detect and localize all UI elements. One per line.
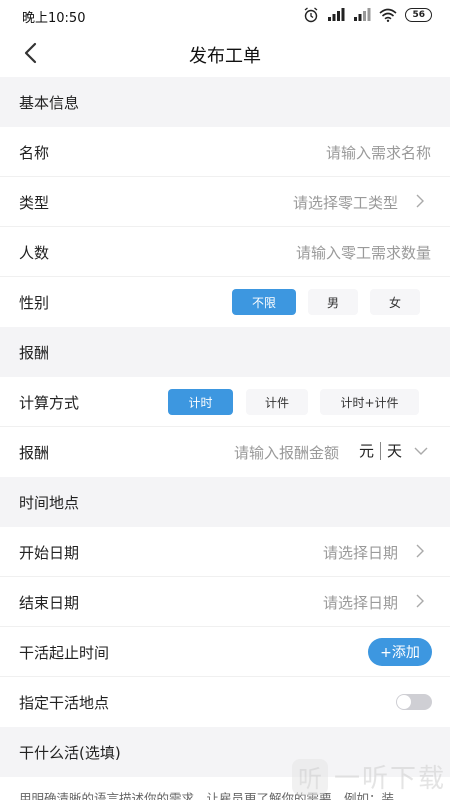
- calc-option-time[interactable]: 计时: [168, 389, 233, 415]
- watermark: 听 一听下载: [291, 758, 446, 795]
- status-icons: 56: [303, 6, 432, 24]
- pay-currency-unit: 元: [358, 442, 374, 460]
- name-label: 名称: [19, 144, 50, 162]
- status-bar: 晚上10:50 56: [0, 0, 450, 30]
- page-title: 发布工单: [189, 46, 261, 67]
- pay-row[interactable]: 报酬 请输入报酬金额 元 天: [0, 427, 450, 477]
- start-date-select[interactable]: 请选择日期: [323, 542, 398, 563]
- type-select[interactable]: 请选择零工类型: [293, 192, 398, 213]
- unit-divider: [379, 441, 381, 460]
- count-row[interactable]: 人数 请输入零工需求数量: [0, 227, 450, 277]
- location-toggle[interactable]: [396, 694, 432, 710]
- gender-row: 性别 不限 男 女: [0, 277, 450, 327]
- name-input[interactable]: 请输入需求名称: [326, 142, 431, 163]
- name-row[interactable]: 名称 请输入需求名称: [0, 127, 450, 177]
- work-time-label: 干活起止时间: [19, 644, 110, 662]
- section-title: 干什么活(选填): [19, 744, 121, 762]
- signal-icon: [327, 8, 345, 22]
- battery-icon: 56: [405, 8, 432, 22]
- gender-label: 性别: [19, 294, 50, 312]
- work-time-row: 干活起止时间 +添加: [0, 627, 450, 677]
- start-date-label: 开始日期: [19, 544, 80, 562]
- status-time: 晚上10:50: [22, 11, 86, 26]
- gender-option-female[interactable]: 女: [370, 289, 420, 315]
- chevron-down-icon: [414, 447, 428, 455]
- pay-period-unit: 天: [386, 442, 402, 460]
- type-label: 类型: [19, 194, 50, 212]
- signal-icon-2: [353, 8, 371, 22]
- nav-bar: 发布工单: [0, 30, 450, 76]
- calc-label: 计算方式: [19, 394, 80, 412]
- gender-option-any[interactable]: 不限: [232, 289, 296, 315]
- location-label: 指定干活地点: [19, 694, 110, 712]
- toggle-knob: [397, 695, 411, 709]
- calc-option-time-piece[interactable]: 计时+计件: [320, 389, 419, 415]
- end-date-label: 结束日期: [19, 594, 80, 612]
- chevron-right-icon: [416, 544, 424, 558]
- start-date-row[interactable]: 开始日期 请选择日期: [0, 527, 450, 577]
- chevron-right-icon: [416, 194, 424, 208]
- end-date-row[interactable]: 结束日期 请选择日期: [0, 577, 450, 627]
- count-label: 人数: [19, 244, 50, 262]
- type-row[interactable]: 类型 请选择零工类型: [0, 177, 450, 227]
- location-row: 指定干活地点: [0, 677, 450, 727]
- chevron-right-icon: [416, 594, 424, 608]
- section-title: 报酬: [19, 344, 50, 362]
- watermark-text: 一听下载: [333, 764, 446, 794]
- section-basic-info: 基本信息: [0, 77, 450, 127]
- section-time-place: 时间地点: [0, 477, 450, 527]
- end-date-select[interactable]: 请选择日期: [323, 592, 398, 613]
- count-input[interactable]: 请输入零工需求数量: [296, 242, 431, 263]
- pay-unit-selector[interactable]: 元 天: [359, 440, 428, 461]
- calc-row: 计算方式 计时 计件 计时+计件: [0, 377, 450, 427]
- gender-option-male[interactable]: 男: [308, 289, 358, 315]
- calc-option-piece[interactable]: 计件: [246, 389, 308, 415]
- pay-input[interactable]: 请输入报酬金额: [234, 442, 339, 463]
- alarm-icon: [303, 7, 319, 23]
- wifi-icon: [379, 8, 397, 22]
- add-work-time-button[interactable]: +添加: [368, 638, 432, 666]
- section-pay: 报酬: [0, 327, 450, 377]
- section-title: 时间地点: [19, 494, 80, 512]
- pay-label: 报酬: [19, 444, 50, 462]
- watermark-logo: 听: [291, 758, 328, 795]
- section-title: 基本信息: [19, 94, 80, 112]
